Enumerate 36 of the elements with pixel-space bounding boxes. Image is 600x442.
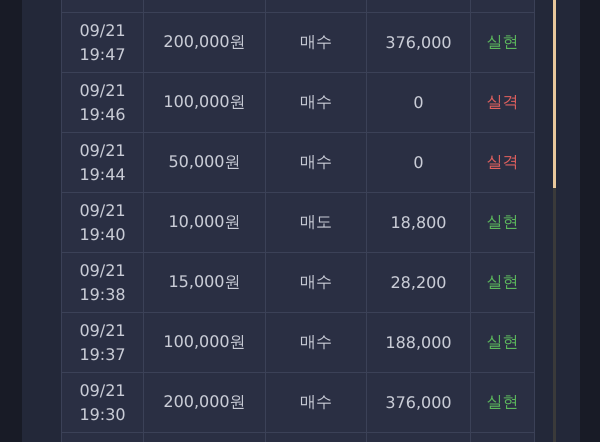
- date-time-text: 09/21 19:30: [79, 380, 126, 426]
- payout-text: 0: [413, 93, 424, 112]
- payout-text: 376,000: [385, 393, 452, 412]
- result-text: 실현: [486, 332, 518, 353]
- trade-side-text: 매수: [300, 332, 332, 353]
- amount-text: 200,000원: [163, 32, 246, 53]
- date-time-text: 09/21 19:44: [79, 140, 126, 186]
- result-text: 실현: [486, 272, 518, 293]
- amount-text: 100,000원: [163, 92, 246, 113]
- date-time-text: 09/21 19:37: [79, 320, 126, 366]
- trade-side-text: 매수: [300, 392, 332, 413]
- scrollbar[interactable]: [553, 0, 556, 442]
- trade-side-text: 매수: [300, 32, 332, 53]
- trade-side-text: 매수: [300, 92, 332, 113]
- result-text: 실현: [486, 212, 518, 233]
- trade-side-text: 매수: [300, 152, 332, 173]
- date-time-text: 09/21 19:47: [79, 20, 126, 66]
- payout-text: 188,000: [385, 333, 452, 352]
- date-time-text: 09/21 19:40: [79, 200, 126, 246]
- result-text: 실현: [486, 32, 518, 53]
- amount-text: 15,000원: [168, 272, 240, 293]
- amount-text: 200,000원: [163, 392, 246, 413]
- trade-side-text: 매수: [300, 272, 332, 293]
- date-time-text: 09/21 19:46: [79, 80, 126, 126]
- amount-text: 10,000원: [168, 212, 240, 233]
- amount-text: 100,000원: [163, 332, 246, 353]
- trade-side-text: 매도: [300, 212, 332, 233]
- payout-text: 28,200: [390, 273, 446, 292]
- payout-text: 376,000: [385, 33, 452, 52]
- date-time-text: 09/21 19:38: [79, 260, 126, 306]
- result-text: 실격: [486, 92, 518, 113]
- result-text: 실격: [486, 152, 518, 173]
- amount-text: 50,000원: [168, 152, 240, 173]
- payout-text: 18,800: [390, 213, 446, 232]
- result-text: 실현: [486, 392, 518, 413]
- payout-text: 0: [413, 153, 424, 172]
